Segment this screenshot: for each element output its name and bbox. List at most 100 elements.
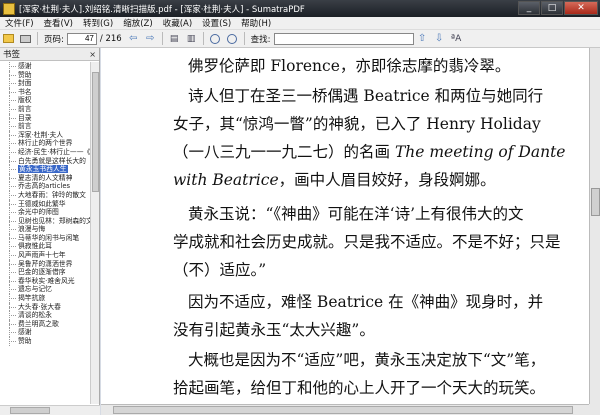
bookmark-item[interactable]: 风声雨声十七年 (0, 251, 91, 260)
next-page-button[interactable]: ⇨ (144, 32, 157, 45)
menu-favorites[interactable]: 收藏(A) (158, 17, 197, 29)
sidebar-header: 书签 × (0, 48, 99, 61)
document-text-line: with Beatrice，画中人眉目姣好，身段婀娜。 (173, 171, 496, 189)
bookmark-item[interactable]: 赞助 (0, 337, 91, 346)
bookmark-label: 清谈的松永 (18, 311, 52, 320)
bookmark-label: 夏志清的人文精神 (18, 173, 73, 182)
find-next-button[interactable]: ⇩ (433, 32, 446, 45)
arrow-up-icon: ⇧ (417, 33, 427, 44)
maximize-button[interactable]: □ (541, 1, 563, 15)
app-icon (3, 2, 15, 15)
bookmark-item[interactable]: 俱寂惟此耳 (0, 242, 91, 251)
scrollbar-corner (589, 404, 600, 415)
bookmark-label: 余光中的师图 (18, 208, 59, 217)
bookmark-item[interactable]: 王德威如此繁华 (0, 199, 91, 209)
zoom-in-button[interactable] (226, 32, 239, 45)
bookmark-item[interactable]: 浑家·杜荆·夫人 (0, 130, 91, 140)
zoom-out-button[interactable] (209, 32, 222, 45)
bookmark-label: 感谢 (18, 328, 32, 337)
bookmark-label: 马蒂华的闲书与闲笔 (18, 233, 80, 242)
menu-view[interactable]: 查看(V) (39, 17, 78, 29)
menu-goto[interactable]: 转到(G) (78, 17, 118, 29)
bookmark-item[interactable]: 见树也见林：郑树森的文 (0, 216, 91, 226)
match-case-button[interactable]: ªA (450, 32, 463, 45)
document-vertical-scrollbar[interactable] (589, 48, 600, 404)
document-text-line: 大概也是因为不“适应”吧，黄永玉决定放下“文”笔， (188, 351, 546, 369)
bookmark-item[interactable]: 前言 (0, 104, 91, 114)
bookmark-label: 春华秋实·难舍风光 (18, 276, 75, 285)
bookmark-item[interactable]: 揭竿抗旅 (0, 294, 91, 303)
menu-zoom[interactable]: 缩放(Z) (118, 17, 157, 29)
bookmark-label: 白先勇就是这样长大的 (18, 156, 86, 165)
sidebar-close-button[interactable]: × (89, 50, 96, 59)
fit-page-button[interactable]: ▤ (168, 32, 181, 45)
document-text-line: 没有引起黄永玉“太大兴趣”。 (173, 321, 375, 339)
bookmark-item[interactable]: 封面 (0, 79, 91, 88)
toolbar-separator (243, 32, 245, 45)
bookmark-item[interactable]: 费兰明高之歌 (0, 319, 91, 329)
bookmark-label: 见树也见林：郑树森的文 (18, 216, 91, 225)
bookmark-item[interactable]: 感谢 (0, 62, 91, 71)
sidebar-horizontal-scrollbar[interactable] (0, 405, 100, 415)
page-number-input[interactable] (66, 32, 97, 45)
bookmark-item[interactable]: 乔志高的articles (0, 182, 91, 191)
document-horizontal-scrollbar[interactable] (101, 404, 589, 415)
print-button[interactable] (19, 32, 32, 45)
bookmark-item[interactable]: 书名 (0, 87, 91, 97)
find-prev-button[interactable]: ⇧ (416, 32, 429, 45)
find-input[interactable] (273, 32, 414, 45)
bookmark-item[interactable]: 遗忘与记忆 (0, 285, 91, 294)
document-text-line: 学成就和社会历史成就。只是我不适应。不是不好；只是 (173, 233, 561, 251)
bookmark-item[interactable]: 大地春雨：钟玲的散文 (0, 190, 91, 200)
fit-width-button[interactable]: ▥ (185, 32, 198, 45)
bookmark-item[interactable]: 感谢 (0, 328, 91, 337)
menu-settings[interactable]: 设置(S) (197, 17, 236, 29)
bookmark-item[interactable]: 经济·民生·林行止——《 (0, 147, 91, 157)
scrollbar-thumb[interactable] (113, 406, 573, 414)
bookmark-label: 揭竿抗旅 (18, 294, 46, 303)
sidebar-vertical-scrollbar[interactable] (90, 62, 99, 404)
bookmark-item[interactable]: 大头春·张大春 (0, 302, 91, 312)
toolbar-separator (202, 32, 204, 45)
fit-page-icon: ▤ (169, 33, 179, 44)
bookmark-label: 林行止的两个世界 (18, 139, 73, 148)
bookmark-item[interactable]: 林行止的两个世界 (0, 139, 91, 148)
menu-help[interactable]: 帮助(H) (236, 17, 276, 29)
document-text-line: 因为不适应，难怪 Beatrice 在《神曲》现身时，并 (188, 293, 544, 311)
bookmark-item[interactable]: 清谈的松永 (0, 311, 91, 320)
bookmark-item[interactable]: 余光中的师图 (0, 208, 91, 217)
prev-page-button[interactable]: ⇦ (127, 32, 140, 45)
bookmark-label: 经济·民生·林行止——《 (18, 147, 91, 156)
document-text-line: 拾起画笔，给但丁和他的心上人开了一个天大的玩笑。 (173, 379, 546, 397)
bookmark-item[interactable]: 巴金的逐渐借序 (0, 268, 91, 277)
minimize-button[interactable]: _ (518, 1, 540, 15)
open-button[interactable] (2, 32, 15, 45)
bookmark-item[interactable]: 黄永玉书西人生 (0, 165, 91, 174)
bookmark-item[interactable]: 马蒂华的闲书与闲笔 (0, 233, 91, 243)
bookmark-item[interactable]: 赞助 (0, 70, 91, 80)
scrollbar-thumb[interactable] (591, 188, 600, 216)
bookmark-label: 感谢 (18, 62, 32, 70)
bookmark-list: 感谢 赞助 封面 书名 版权 前言 目录 前言 浑家·杜荆·夫人 林行止的两个世界 经济·民生·林行… (0, 62, 91, 404)
bookmark-item[interactable]: 前言 (0, 122, 91, 131)
window-title: [浑家·杜荆·夫人].刘绍铭.清晰扫描版.pdf - [浑家·杜荆·夫人] - … (19, 4, 305, 15)
bookmark-item[interactable]: 浪漫与悔 (0, 225, 91, 234)
scrollbar-thumb[interactable] (92, 72, 99, 192)
bookmark-label: 俱寂惟此耳 (18, 242, 52, 251)
scrollbar-thumb[interactable] (10, 407, 50, 414)
bookmark-item[interactable]: 吴鲁芹的潇洒世界 (0, 259, 91, 269)
bookmark-item[interactable]: 白先勇就是这样长大的 (0, 156, 91, 166)
bookmark-label: 大地春雨：钟玲的散文 (18, 190, 86, 199)
bookmark-label: 黄永玉书西人生 (18, 165, 68, 174)
bookmarks-sidebar: 书签 × 感谢 赞助 封面 书名 版权 前言 目录 前言 浑家·杜荆·夫人 林行止的两个世界 经济·… (0, 48, 100, 415)
bookmark-label: 遗忘与记忆 (18, 285, 52, 294)
bookmark-item[interactable]: 春华秋实·难舍风光 (0, 276, 91, 286)
close-button[interactable]: ✕ (564, 1, 598, 15)
bookmark-label: 费兰明高之歌 (18, 319, 59, 328)
bookmark-item[interactable]: 夏志清的人文精神 (0, 173, 91, 183)
menu-file[interactable]: 文件(F) (0, 17, 39, 29)
arrow-down-icon: ⇩ (434, 33, 444, 44)
find-label: 查找: (250, 34, 271, 45)
bookmark-item[interactable]: 目录 (0, 113, 91, 123)
bookmark-item[interactable]: 版权 (0, 96, 91, 105)
